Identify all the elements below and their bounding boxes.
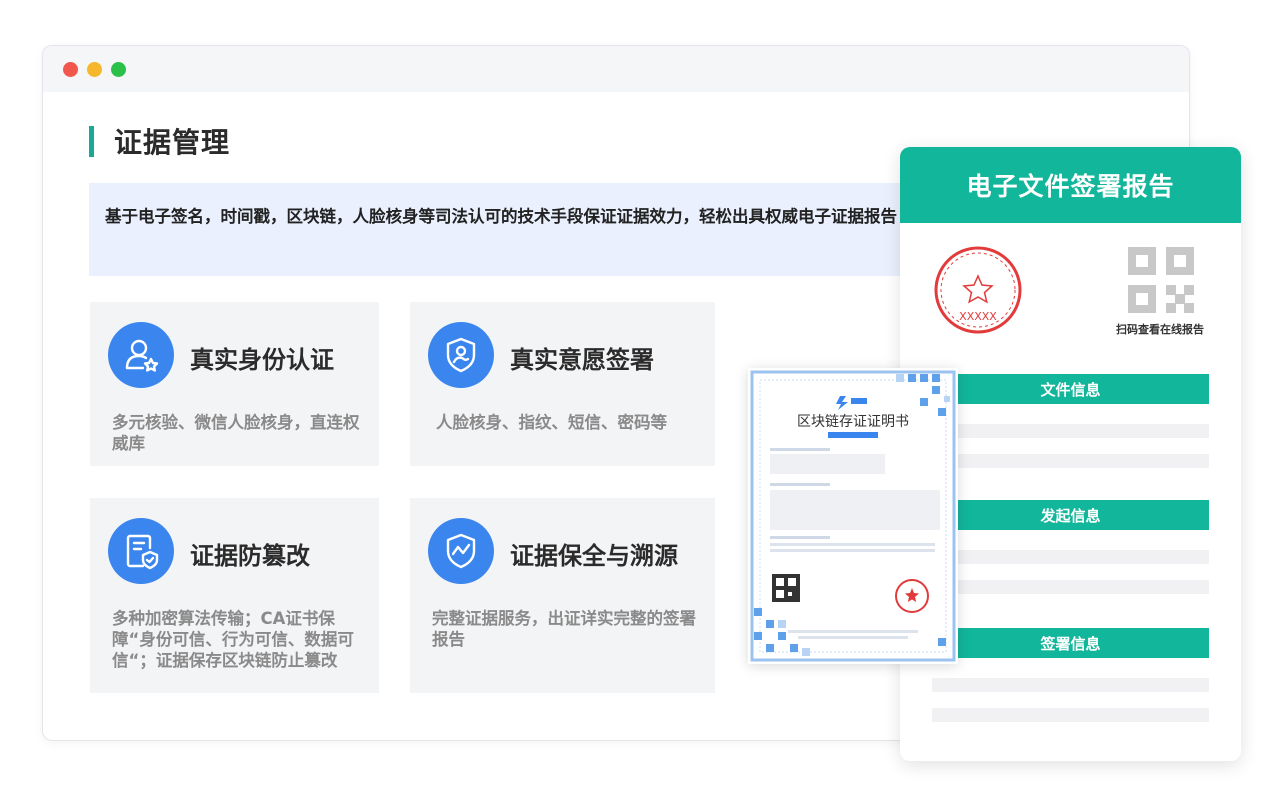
section-file-info: 文件信息 xyxy=(932,374,1209,404)
minimize-window-button[interactable] xyxy=(87,61,102,77)
section-initiation-info: 发起信息 xyxy=(932,500,1209,530)
document-shield-icon xyxy=(108,518,174,584)
window-titlebar xyxy=(43,46,1189,92)
feature-text: 人脸核身、指纹、短信、密码等 xyxy=(436,413,667,432)
section-signing-info: 签署信息 xyxy=(932,628,1209,658)
certificate-title: 区块链存证证明书 xyxy=(797,414,909,430)
shield-signature-icon xyxy=(428,322,494,388)
feature-title: 证据保全与溯源 xyxy=(510,542,678,570)
placeholder-line xyxy=(932,708,1209,722)
feature-card-preservation: 证据保全与溯源 完整证据服务，出证详实完整的签署报告 xyxy=(410,498,715,693)
placeholder-line xyxy=(932,454,1209,468)
title-accent-bar xyxy=(89,125,94,157)
feature-text: 完整证据服务，出证详实完整的签署报告 xyxy=(432,609,696,649)
blockchain-certificate: 区块链存证证明书 xyxy=(748,368,958,664)
feature-card-identity: 真实身份认证 多元核验、微信人脸核身，直连权威库 xyxy=(90,302,379,466)
feature-title: 真实意愿签署 xyxy=(510,346,654,374)
report-title: 电子文件签署报告 xyxy=(900,147,1241,223)
feature-text: 多元核验、微信人脸核身，直连权威库 xyxy=(112,413,360,453)
maximize-window-button[interactable] xyxy=(111,61,126,77)
close-window-button[interactable] xyxy=(63,61,78,77)
feature-card-intent: 真实意愿签署 人脸核身、指纹、短信、密码等 xyxy=(410,302,715,466)
placeholder-line xyxy=(932,580,1209,594)
feature-title: 证据防篡改 xyxy=(190,542,310,570)
qr-caption: 扫码查看在线报告 xyxy=(1116,323,1204,336)
feature-text: 多种加密算法传输；CA证书保障“身份可信、行为可信、数据可信“；证据保存区块链防… xyxy=(112,609,354,670)
page-title: 证据管理 xyxy=(89,121,230,161)
feature-title: 真实身份认证 xyxy=(190,346,334,374)
user-star-icon xyxy=(108,322,174,388)
feature-card-tamperproof: 证据防篡改 多种加密算法传输；CA证书保障“身份可信、行为可信、数据可信“；证据… xyxy=(90,498,379,693)
placeholder-line xyxy=(932,424,1209,438)
official-seal-icon: XXXXX xyxy=(934,246,1022,334)
placeholder-line xyxy=(932,678,1209,692)
shield-trend-icon xyxy=(428,518,494,584)
qr-code-icon[interactable] xyxy=(1128,247,1194,313)
page-title-text: 证据管理 xyxy=(114,126,231,159)
seal-text: XXXXX xyxy=(959,310,997,323)
placeholder-line xyxy=(932,550,1209,564)
